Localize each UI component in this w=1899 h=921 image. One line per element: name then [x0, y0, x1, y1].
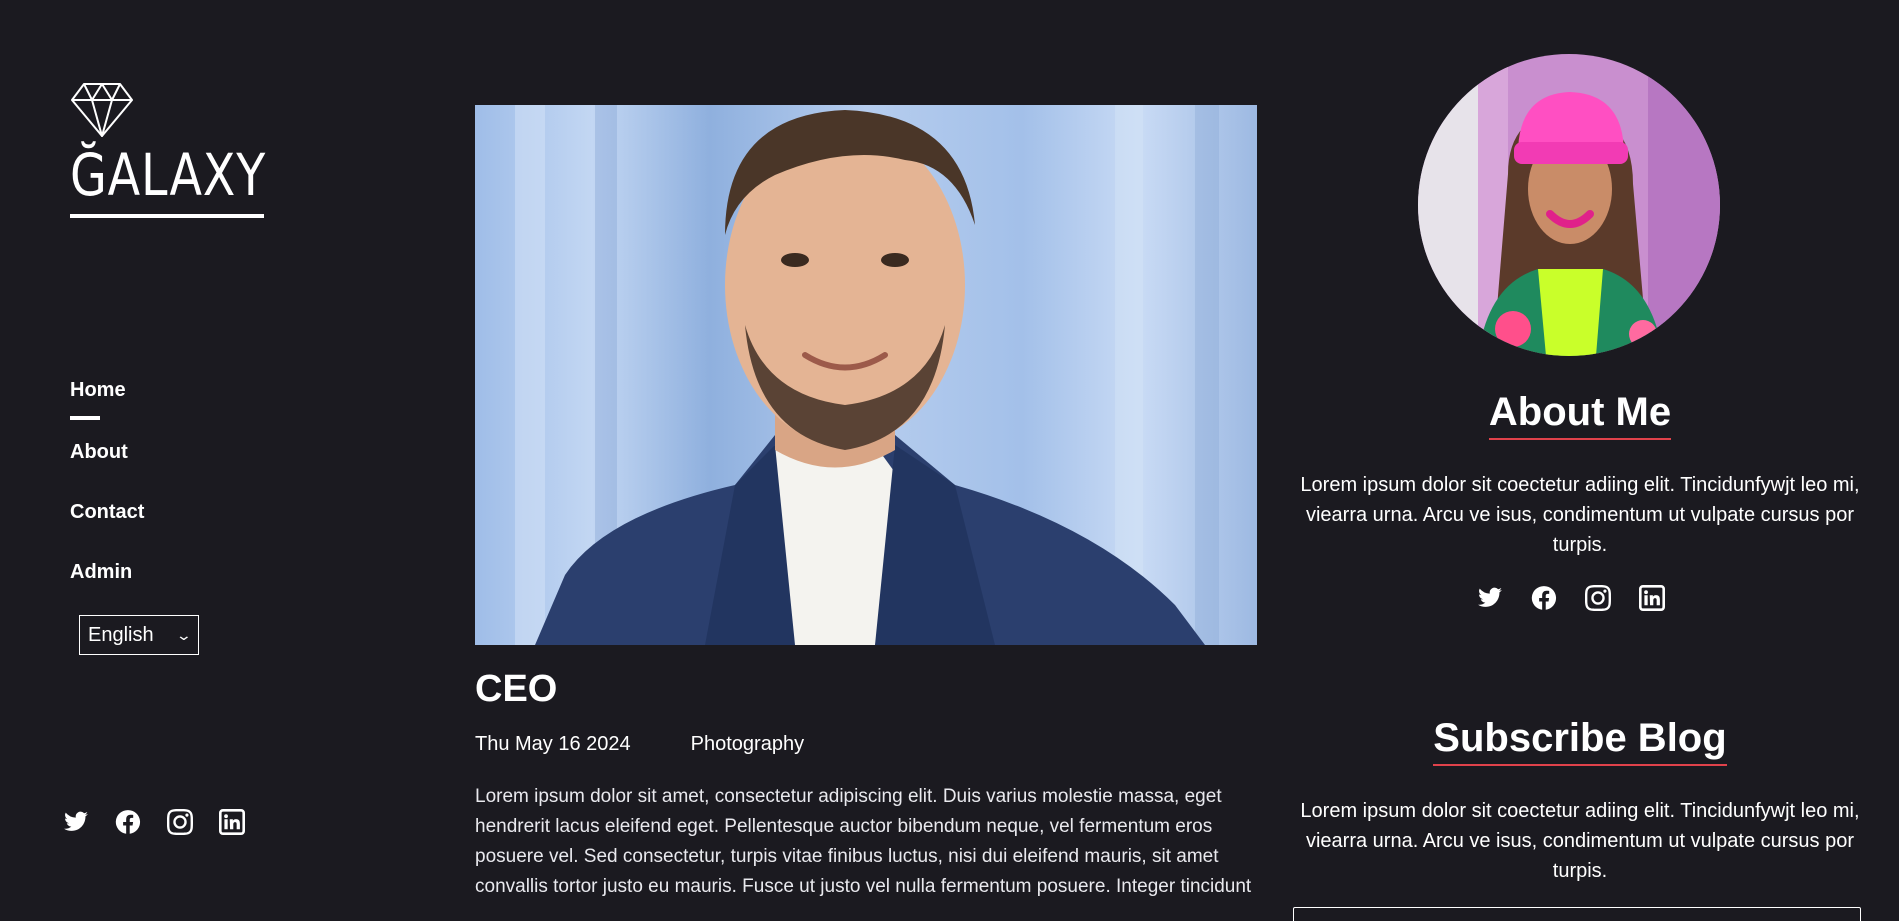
subscribe-email-input[interactable] [1293, 907, 1861, 921]
linkedin-icon[interactable] [218, 808, 246, 836]
author-avatar [1418, 54, 1720, 356]
facebook-icon[interactable] [1530, 584, 1558, 612]
nav-item-about[interactable]: About [70, 440, 144, 464]
instagram-icon[interactable] [1584, 584, 1612, 612]
post-meta: Thu May 16 2024 Photography [475, 733, 1257, 756]
brand-underline [70, 214, 264, 218]
sidebar-social-links [62, 808, 246, 836]
post: CEO Thu May 16 2024 Photography Lorem ip… [475, 105, 1257, 902]
diamond-icon [71, 83, 133, 137]
post-hero-image[interactable] [475, 105, 1257, 645]
post-category[interactable]: Photography [691, 733, 804, 756]
nav-item-contact[interactable]: Contact [70, 500, 144, 524]
sidebar: ĞALAXY Home About Contact Admin English … [0, 0, 330, 921]
main-nav: Home About Contact Admin [70, 378, 144, 584]
instagram-icon[interactable] [166, 808, 194, 836]
twitter-icon[interactable] [62, 808, 90, 836]
about-social-links [1476, 584, 1666, 612]
post-date: Thu May 16 2024 [475, 733, 631, 755]
about-text: Lorem ipsum dolor sit coectetur adiing e… [1300, 474, 1860, 556]
brand-name: ĞALAXY [70, 141, 267, 209]
subscribe-text: Lorem ipsum dolor sit coectetur adiing e… [1300, 800, 1860, 882]
about-title: About Me [1488, 388, 1672, 440]
language-selected: English [88, 623, 154, 646]
language-select[interactable]: English ⌄ [79, 615, 199, 655]
brand-logo[interactable]: ĞALAXY [70, 82, 265, 218]
nav-item-home[interactable]: Home [70, 378, 144, 402]
post-body: Lorem ipsum dolor sit amet, consectetur … [475, 786, 1252, 897]
twitter-icon[interactable] [1476, 584, 1504, 612]
linkedin-icon[interactable] [1638, 584, 1666, 612]
facebook-icon[interactable] [114, 808, 142, 836]
nav-item-admin[interactable]: Admin [70, 560, 144, 584]
chevron-down-icon: ⌄ [175, 626, 193, 643]
subscribe-title: Subscribe Blog [1433, 714, 1727, 766]
post-title: CEO [475, 668, 558, 710]
active-indicator [70, 416, 100, 420]
